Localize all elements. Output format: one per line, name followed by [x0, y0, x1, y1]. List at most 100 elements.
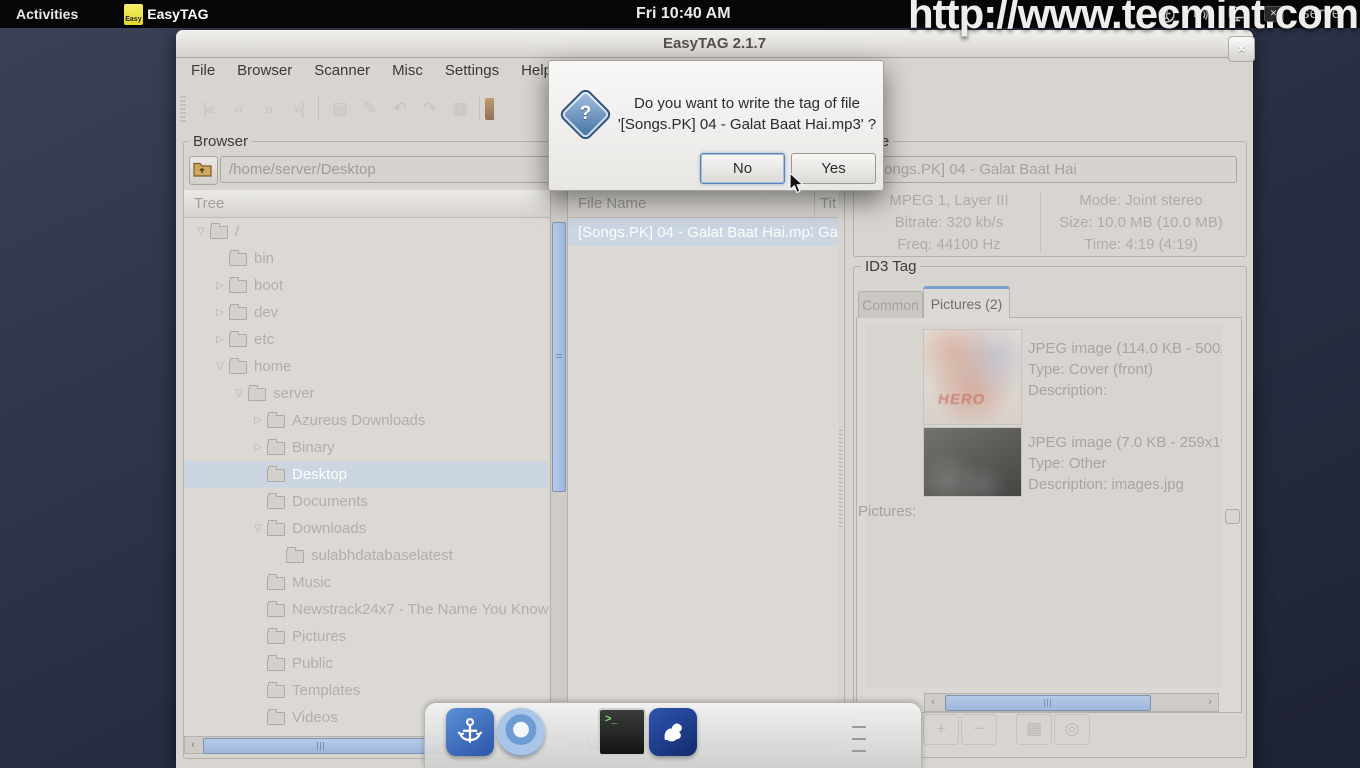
tree-item[interactable]: home [184, 353, 548, 380]
go-previous-icon[interactable]: « [223, 96, 253, 122]
tree-item-label: sulabhdatabaselatest [311, 547, 453, 564]
mouse-cursor [789, 172, 806, 200]
undo-icon[interactable]: ↶ [384, 96, 414, 122]
title-column-header[interactable]: Tit [815, 190, 836, 217]
menu-browser[interactable]: Browser [226, 60, 303, 86]
expander-icon[interactable] [249, 523, 267, 534]
pictures-horizontal-scrollbar[interactable]: ‹ › [924, 693, 1219, 712]
system-status-area[interactable]: ✕ server [1158, 0, 1360, 28]
scrollbar-thumb[interactable] [203, 738, 439, 754]
dock-separator [852, 726, 866, 756]
picture-1-format: JPEG image (114.0 KB - 500x [1028, 338, 1222, 359]
folder-icon [267, 415, 285, 428]
file-name-column-header[interactable]: File Name [568, 190, 815, 217]
screenshot-icon[interactable]: ✕ [1264, 6, 1284, 22]
save-icon[interactable]: ▦ [444, 96, 474, 122]
scrollbar-thumb[interactable] [552, 222, 566, 492]
scanner-icon[interactable]: ▤ [324, 96, 354, 122]
menu-settings[interactable]: Settings [434, 60, 510, 86]
tree-vertical-scrollbar[interactable] [550, 190, 568, 738]
tree-item[interactable]: / [184, 218, 548, 245]
tree-item[interactable]: Public [184, 650, 548, 677]
tree-item[interactable]: Documents [184, 488, 548, 515]
clipped-toolbar-icon[interactable] [485, 98, 494, 120]
tree-item[interactable]: Downloads [184, 515, 548, 542]
go-next-icon[interactable]: » [253, 96, 283, 122]
activities-button[interactable]: Activities [16, 6, 78, 22]
tree-item[interactable]: etc [184, 326, 548, 353]
tree-item[interactable]: Pictures [184, 623, 548, 650]
tree-item-selected[interactable]: Desktop [184, 461, 548, 488]
tree-item-label: Documents [292, 493, 368, 510]
album-art-cover-front[interactable] [923, 329, 1022, 425]
scroll-right-icon[interactable]: › [1202, 694, 1218, 711]
folder-icon [286, 550, 304, 563]
window-titlebar[interactable]: EasyTAG 2.1.7 [176, 30, 1253, 58]
accessibility-icon[interactable] [1158, 6, 1175, 23]
toolbar-grip[interactable] [180, 96, 186, 122]
tree-item-label: Azureus Downloads [292, 412, 425, 429]
go-first-icon[interactable]: |« [193, 96, 223, 122]
scroll-left-icon[interactable]: ‹ [185, 737, 201, 753]
expander-icon[interactable] [249, 415, 267, 426]
album-art-other[interactable] [923, 427, 1022, 497]
expander-icon[interactable] [211, 334, 229, 345]
expander-icon[interactable] [211, 307, 229, 318]
scroll-left-icon[interactable]: ‹ [925, 694, 941, 711]
dock-terminal-icon[interactable]: >_ [598, 708, 646, 756]
expander-icon[interactable] [211, 280, 229, 291]
user-menu[interactable]: server [1302, 5, 1346, 23]
directory-tree: / bin boot dev etc home server Azureus D… [184, 218, 548, 736]
menu-scanner[interactable]: Scanner [303, 60, 381, 86]
save-picture-button[interactable]: ▦ [1016, 714, 1052, 745]
dock-anchor-icon[interactable] [446, 708, 494, 756]
picture-properties-button[interactable]: ◎ [1054, 714, 1090, 745]
tree-item[interactable]: Music [184, 569, 548, 596]
remove-picture-button[interactable]: − [961, 714, 997, 745]
tree-item-label: Public [292, 655, 333, 672]
folder-icon [210, 226, 228, 239]
menu-file[interactable]: File [180, 60, 226, 86]
go-last-icon[interactable]: »| [283, 96, 313, 122]
display-icon[interactable] [1228, 6, 1246, 22]
menu-misc[interactable]: Misc [381, 60, 434, 86]
parent-folder-button[interactable] [189, 156, 218, 185]
clock[interactable]: Fri 10:40 AM [636, 0, 731, 28]
expander-icon[interactable] [230, 388, 248, 399]
dock-azureus-icon[interactable] [649, 708, 697, 756]
pictures-tag-checkbox[interactable] [1225, 509, 1240, 524]
tab-pictures[interactable]: Pictures (2) [923, 286, 1010, 318]
tree-item-label: Templates [292, 682, 360, 699]
tree-item[interactable]: Binary [184, 434, 548, 461]
folder-icon [229, 361, 247, 374]
tab-common[interactable]: Common [858, 291, 923, 318]
file-row-selected[interactable]: [Songs.PK] 04 - Galat Baat Hai.mp3 Ga [568, 218, 838, 246]
tree-item[interactable]: bin [184, 245, 548, 272]
paned-handle[interactable] [839, 430, 842, 530]
tree-item[interactable]: dev [184, 299, 548, 326]
volume-icon[interactable] [1193, 7, 1210, 22]
folder-icon [267, 577, 285, 590]
filename-entry[interactable]: [Songs.PK] 04 - Galat Baat Hai [861, 156, 1237, 183]
tree-item[interactable]: sulabhdatabaselatest [184, 542, 548, 569]
add-picture-button[interactable]: + [923, 714, 959, 745]
redo-icon[interactable]: ↷ [414, 96, 444, 122]
tree-item[interactable]: Templates [184, 677, 548, 704]
expander-icon[interactable] [249, 442, 267, 453]
expander-icon[interactable] [192, 226, 210, 237]
tree-column-header[interactable]: Tree [184, 190, 567, 218]
tree-item[interactable]: boot [184, 272, 548, 299]
time: Time: 4:19 (4:19) [1042, 234, 1240, 256]
tree-item[interactable]: Azureus Downloads [184, 407, 548, 434]
window-close-button[interactable]: × [1228, 36, 1255, 62]
tree-item[interactable]: Newstrack24x7 - The Name You Know. T [184, 596, 548, 623]
scrollbar-thumb[interactable] [945, 695, 1151, 711]
dock-chromium-icon[interactable] [497, 708, 545, 756]
toolbar: |« « » »| ▤ ✎ ↶ ↷ ▦ [180, 92, 540, 126]
app-menu[interactable]: EasyTAG [124, 4, 208, 25]
paintbrush-icon[interactable]: ✎ [354, 96, 384, 122]
tree-item-label: Binary [292, 439, 335, 456]
no-button[interactable]: No [700, 153, 785, 184]
expander-icon[interactable] [211, 361, 229, 372]
tree-item[interactable]: server [184, 380, 548, 407]
